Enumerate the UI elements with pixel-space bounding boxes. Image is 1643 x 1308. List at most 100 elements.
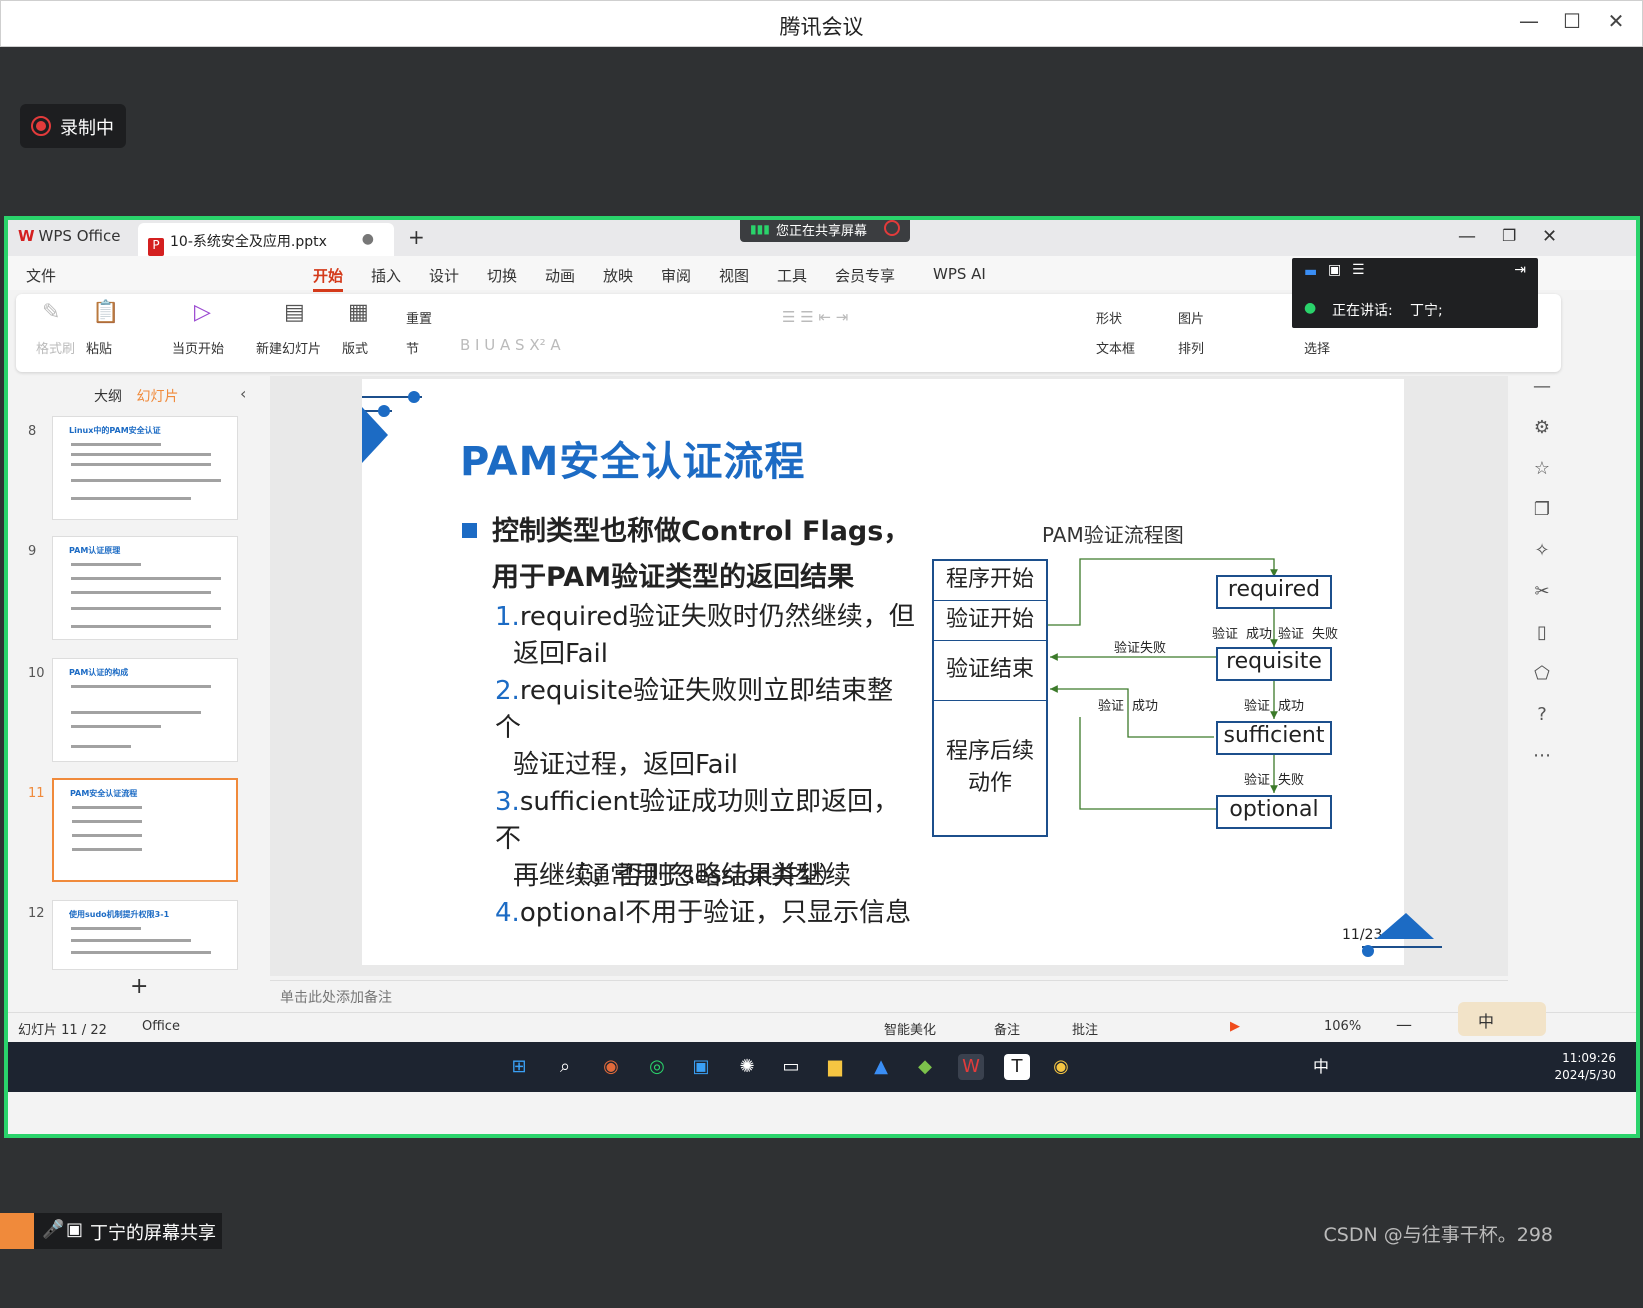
- close-button[interactable]: ✕: [1601, 9, 1631, 33]
- screen-share-badge[interactable]: ▮▮▮ 您正在共享屏幕: [740, 220, 910, 242]
- wechat-icon[interactable]: ◎: [644, 1054, 670, 1080]
- slide-thumbnail[interactable]: Linux中的PAM安全认证: [52, 416, 238, 520]
- layout-icon[interactable]: ▬: [1304, 264, 1317, 280]
- format-painter-button[interactable]: 格式刷: [36, 338, 75, 357]
- textbox-button[interactable]: 文本框: [1096, 338, 1135, 357]
- maximize-button[interactable]: ☐: [1557, 9, 1587, 33]
- menu-file[interactable]: 文件: [26, 265, 56, 286]
- arrange-button[interactable]: 排列: [1178, 338, 1204, 357]
- copy-icon[interactable]: ❐: [1522, 499, 1562, 540]
- collapse-panel-icon[interactable]: ‹: [240, 384, 246, 403]
- shape-button[interactable]: 形状: [1096, 308, 1122, 327]
- mic-icon[interactable]: 🎤: [42, 1219, 64, 1240]
- collapse-icon[interactable]: ⇥: [1514, 262, 1526, 278]
- help-icon[interactable]: ?: [1522, 704, 1562, 745]
- tab-close-icon[interactable]: ●: [362, 231, 374, 247]
- notes-button[interactable]: 备注: [994, 1019, 1020, 1038]
- menu-slideshow[interactable]: 放映: [603, 265, 633, 286]
- menu-view[interactable]: 视图: [719, 265, 749, 286]
- star-icon[interactable]: ☆: [1522, 458, 1562, 499]
- speaking-name: 丁宁;: [1410, 303, 1443, 319]
- add-slide-button[interactable]: +: [130, 974, 148, 999]
- slide-thumbnail[interactable]: 使用sudo机制提升权限3-1: [52, 900, 238, 970]
- from-current-button[interactable]: 当页开始: [172, 338, 224, 357]
- flow-step: 验证结束: [934, 641, 1046, 701]
- minimize-button[interactable]: —: [1514, 9, 1544, 33]
- meeting-icon[interactable]: ▲: [868, 1054, 894, 1080]
- settings-sliders-icon[interactable]: ⚙: [1522, 417, 1562, 458]
- slide-thumbnail[interactable]: PAM认证原理: [52, 536, 238, 640]
- label-verify: 验证: [1244, 699, 1271, 714]
- ime-indicator[interactable]: 中: [1308, 1054, 1334, 1080]
- folder-icon[interactable]: ▆: [822, 1054, 848, 1080]
- tab-outline[interactable]: 大纲: [94, 389, 122, 405]
- tab-slides[interactable]: 幻灯片: [136, 389, 178, 405]
- search-icon[interactable]: ⌕: [552, 1054, 578, 1080]
- thumb-title: Linux中的PAM安全认证: [69, 426, 161, 435]
- menu-review[interactable]: 审阅: [661, 265, 691, 286]
- menu-home[interactable]: 开始: [313, 265, 344, 292]
- list-item: 4.optional不用于验证，只显示信息: [495, 895, 915, 932]
- comment-button[interactable]: 批注: [1072, 1019, 1098, 1038]
- menu-tools[interactable]: 工具: [777, 265, 807, 286]
- required-box: required: [1216, 575, 1332, 609]
- zoom-out-icon[interactable]: —: [1396, 1015, 1412, 1034]
- collapse-icon[interactable]: —: [1522, 376, 1562, 417]
- section-button[interactable]: 节: [406, 338, 419, 357]
- menu-member[interactable]: 会员专享: [835, 265, 895, 286]
- app-icon[interactable]: ◉: [598, 1054, 624, 1080]
- notes-field[interactable]: 单击此处添加备注: [270, 980, 1508, 1008]
- paste-button[interactable]: 粘贴: [86, 338, 112, 357]
- taskbar-clock[interactable]: 11:09:26 2024/5/30: [1554, 1050, 1616, 1084]
- typora-icon[interactable]: T: [1004, 1054, 1030, 1080]
- stop-share-icon[interactable]: [884, 220, 900, 236]
- label-success: 成功: [1246, 627, 1273, 642]
- wps-restore-button[interactable]: ❐: [1502, 226, 1516, 245]
- smart-beautify-button[interactable]: 智能美化: [884, 1019, 936, 1038]
- wps-taskbar-icon[interactable]: W: [958, 1054, 984, 1080]
- menu-transition[interactable]: 切换: [487, 265, 517, 286]
- theme-name[interactable]: Office: [142, 1019, 180, 1034]
- new-slide-button[interactable]: 新建幻灯片: [256, 338, 321, 357]
- item-text-cont: 验证过程，返回Fail: [513, 750, 738, 780]
- new-tab-button[interactable]: +: [408, 225, 425, 249]
- windows-start-icon[interactable]: ⊞: [506, 1054, 532, 1080]
- flow-step: 程序开始: [934, 561, 1046, 601]
- tools-icon[interactable]: ✂: [1522, 581, 1562, 622]
- slide-thumbnail[interactable]: PAM认证的构成: [52, 658, 238, 762]
- slide-thumbnail-selected[interactable]: PAM安全认证流程: [52, 778, 238, 882]
- play-slideshow-icon[interactable]: ▶: [1230, 1019, 1240, 1034]
- ime-badge[interactable]: 中: [1458, 1002, 1546, 1036]
- menu-animation[interactable]: 动画: [545, 265, 575, 286]
- app-icon[interactable]: ▣: [688, 1054, 714, 1080]
- wps-home-label: WPS Office: [38, 227, 121, 245]
- more-icon[interactable]: ⋯: [1522, 745, 1562, 786]
- wps-minimize-button[interactable]: —: [1458, 226, 1476, 247]
- list-icon[interactable]: ☰: [1352, 262, 1365, 278]
- window-icon[interactable]: ▣: [1328, 262, 1341, 278]
- thumb-number: 11: [28, 786, 45, 801]
- screen-share-bar[interactable]: 🎤 ▣ 丁宁的屏幕共享: [0, 1213, 222, 1249]
- recording-indicator[interactable]: 录制中: [20, 104, 126, 148]
- book-icon[interactable]: ▯: [1522, 622, 1562, 663]
- speaker-overlay[interactable]: ▬ ▣ ☰ ⇥ ● 正在讲话: 丁宁;: [1292, 258, 1538, 328]
- menu-insert[interactable]: 插入: [371, 265, 401, 286]
- chatgpt-icon[interactable]: ✺: [734, 1054, 760, 1080]
- chrome-icon[interactable]: ◉: [1048, 1054, 1074, 1080]
- terminal-icon[interactable]: ▭: [778, 1054, 804, 1080]
- menu-wps-ai[interactable]: WPS AI: [933, 265, 986, 283]
- label-verify: 验证: [1098, 699, 1125, 714]
- document-tab[interactable]: P 10-系统安全及应用.pptx ●: [138, 223, 394, 256]
- magic-icon[interactable]: ✧: [1522, 540, 1562, 581]
- wps-home-tab[interactable]: W WPS Office: [18, 227, 121, 245]
- picture-button[interactable]: 图片: [1178, 308, 1204, 327]
- select-button[interactable]: 选择: [1304, 338, 1330, 357]
- reset-button[interactable]: 重置: [406, 308, 432, 327]
- zoom-level[interactable]: 106%: [1324, 1019, 1361, 1034]
- wps-close-button[interactable]: ✕: [1542, 226, 1557, 247]
- shape-icon[interactable]: ⬠: [1522, 663, 1562, 704]
- layout-button[interactable]: 版式: [342, 338, 368, 357]
- menu-design[interactable]: 设计: [429, 265, 459, 286]
- slide[interactable]: PAM安全认证流程 控制类型也称做Control Flags， 用于PAM验证类…: [362, 379, 1442, 965]
- app-icon[interactable]: ◆: [912, 1054, 938, 1080]
